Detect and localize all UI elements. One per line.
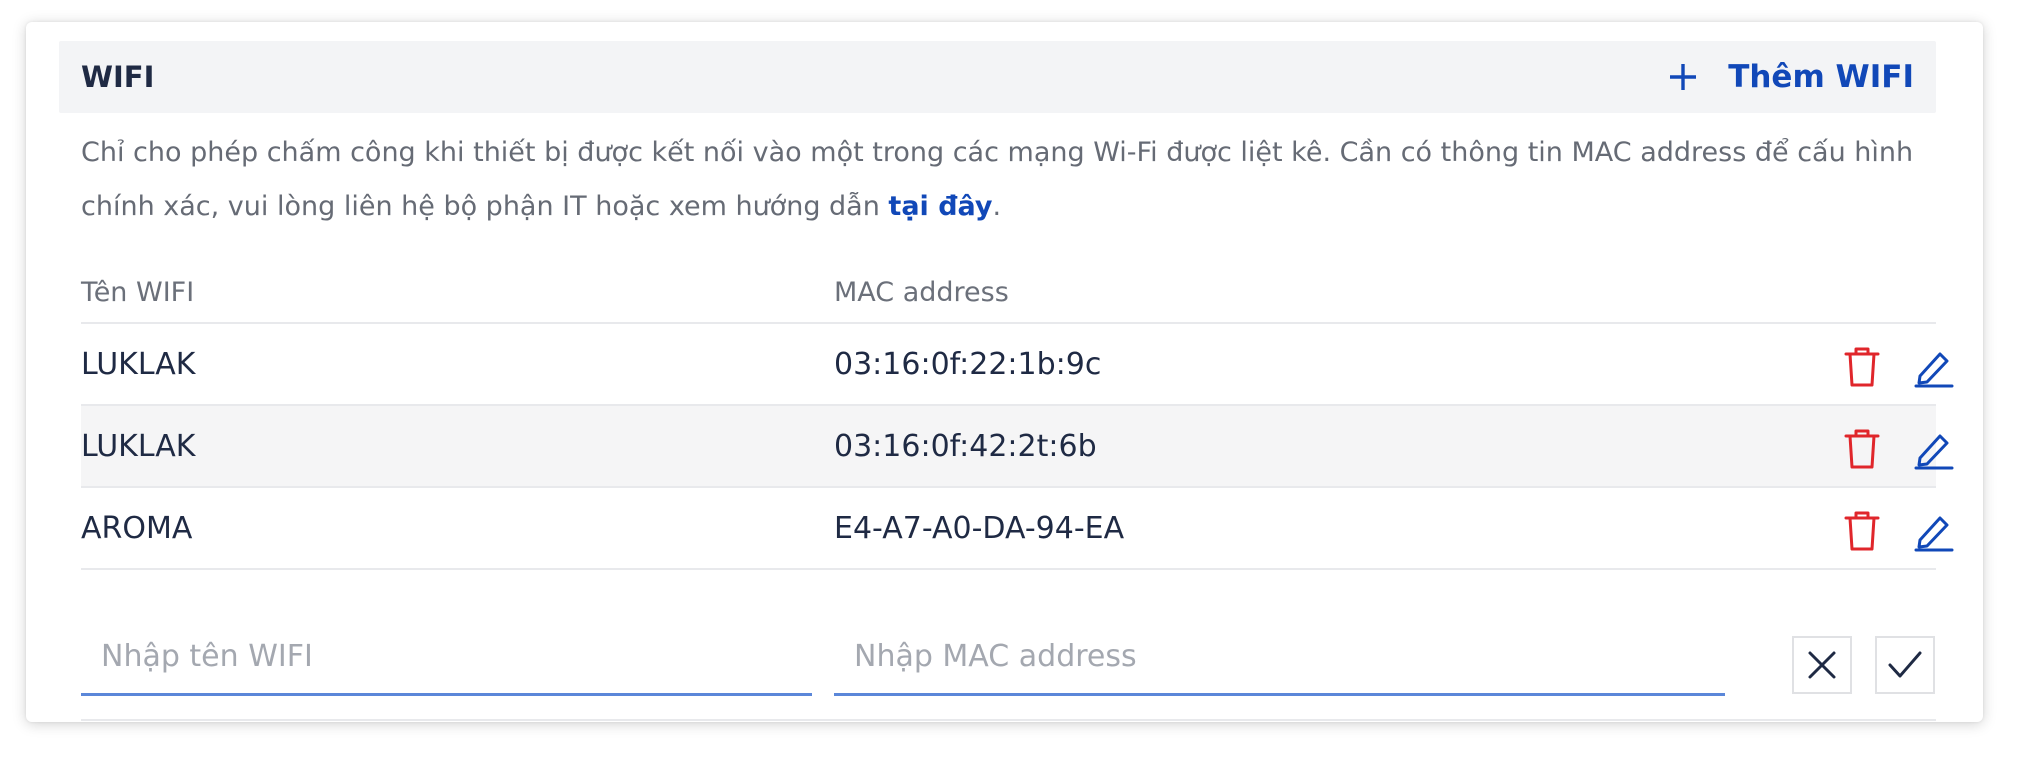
trash-icon[interactable] [1843,510,1881,552]
add-wifi-label: Thêm WIFI [1728,59,1914,95]
wifi-name-cell: LUKLAK [81,429,196,464]
table-row: LUKLAK 03:16:0f:42:2t:6b [81,404,1954,488]
wifi-name-cell: LUKLAK [81,347,196,382]
pencil-icon[interactable] [1914,428,1954,470]
wifi-name-cell: AROMA [81,511,193,546]
mac-address-input-wrapper [834,620,1725,700]
confirm-button[interactable] [1875,636,1935,694]
section-header: WIFI Thêm WIFI [59,41,1936,113]
pencil-icon[interactable] [1914,510,1954,552]
table-row: LUKLAK 03:16:0f:22:1b:9c [81,322,1954,406]
section-title: WIFI [81,60,155,94]
table-bottom-divider [81,719,1936,721]
row-divider [81,568,1936,570]
trash-icon[interactable] [1843,428,1881,470]
trash-icon[interactable] [1843,346,1881,388]
description-end: . [992,191,1002,222]
plus-icon [1670,64,1697,90]
mac-address-cell: E4-A7-A0-DA-94-EA [834,511,1125,546]
mac-address-cell: 03:16:0f:42:2t:6b [834,429,1097,464]
pencil-icon[interactable] [1914,346,1954,388]
mac-address-cell: 03:16:0f:22:1b:9c [834,347,1102,382]
mac-address-input[interactable] [834,620,1725,696]
check-icon [1888,651,1922,678]
section-description: Chỉ cho phép chấm công khi thiết bị được… [81,126,1941,234]
table-row: AROMA E4-A7-A0-DA-94-EA [81,486,1954,570]
column-header-mac-address: MAC address [834,277,1009,308]
guide-link[interactable]: tại đây [888,191,992,222]
cancel-button[interactable] [1792,636,1852,694]
wifi-name-input[interactable] [81,620,812,696]
column-header-wifi-name: Tên WIFI [81,277,195,308]
close-icon [1808,651,1836,679]
wifi-settings-card: WIFI Thêm WIFI Chỉ cho phép chấm công kh… [26,22,1983,722]
add-wifi-button[interactable]: Thêm WIFI [1668,41,1914,113]
wifi-name-input-wrapper [81,620,812,700]
